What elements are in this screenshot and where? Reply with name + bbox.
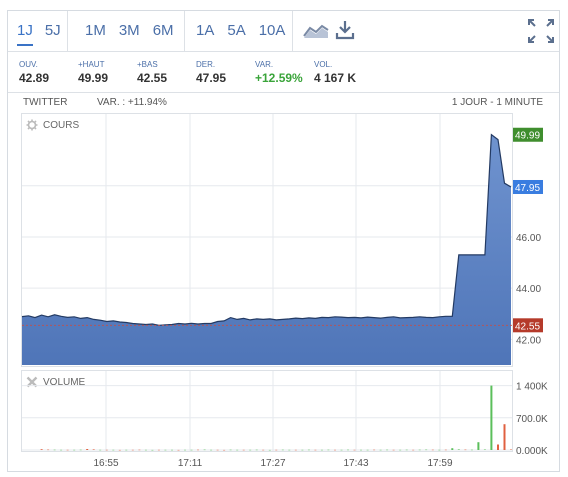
volume-tick-label: 0.000K: [516, 446, 548, 457]
volume-tick-label: 1 400K: [516, 382, 548, 393]
price-panel: COURS: [21, 113, 513, 367]
download-icon[interactable]: [334, 19, 356, 46]
x-tick-label: 17:27: [260, 458, 285, 469]
range-6m-button[interactable]: 6M: [153, 21, 174, 41]
last-badge-text: 47.95: [515, 183, 540, 194]
range-1m-button[interactable]: 1M: [85, 21, 106, 41]
toolbar: 1J 5J 1M 3M 6M 1A 5A 10A: [8, 11, 559, 52]
price-panel-title: COURS: [43, 119, 80, 131]
range-1a-button[interactable]: 1A: [196, 21, 214, 41]
fullscreen-icon[interactable]: [528, 19, 554, 48]
x-tick-label: 17:43: [343, 458, 368, 469]
stat-high: +HAUT 49.99: [78, 60, 109, 85]
close-icon[interactable]: [26, 376, 38, 388]
range-5j-button[interactable]: 5J: [45, 21, 61, 41]
y-tick-label: 44.00: [516, 284, 541, 295]
chart-type-icon[interactable]: [302, 20, 330, 45]
high-badge: [513, 127, 543, 142]
range-group-months: 1M 3M 6M: [68, 11, 185, 51]
low-badge-text: 42.55: [515, 321, 540, 332]
range-group-days: 1J 5J: [8, 11, 68, 51]
y-tick-label: 42.00: [516, 335, 541, 346]
symbol-label: TWITTER: [23, 97, 68, 108]
quote-stats: OUV. 42.89 +HAUT 49.99 +BAS 42.55 DER. 4…: [8, 52, 559, 93]
range-3m-button[interactable]: 3M: [119, 21, 140, 41]
stat-open: OUV. 42.89: [19, 60, 50, 85]
x-tick-label: 16:55: [93, 458, 118, 469]
range-group-years: 1A 5A 10A: [185, 11, 293, 51]
y-tick-label: 48.00: [516, 182, 541, 193]
x-tick-label: 17:59: [427, 458, 452, 469]
x-tick-label: 17:11: [178, 458, 203, 469]
low-badge: [513, 318, 543, 333]
volume-tick-label: 700.0K: [516, 414, 548, 425]
stat-last: DER. 47.95: [196, 60, 227, 85]
chart-widget: 1J 5J 1M 3M 6M 1A 5A 10A OUV. 42.89 +HAU…: [7, 10, 560, 472]
range-1j-button[interactable]: 1J: [17, 21, 33, 46]
stat-volume: VOL. 4 167 K: [314, 60, 357, 85]
volume-panel: VOLUME: [21, 370, 513, 452]
interval-label: 1 JOUR - 1 MINUTE: [451, 97, 543, 108]
range-5a-button[interactable]: 5A: [227, 21, 245, 41]
gear-icon[interactable]: [26, 119, 38, 131]
stat-variation: VAR. +12.59%: [255, 60, 303, 85]
range-10a-button[interactable]: 10A: [259, 21, 286, 41]
y-tick-label: 46.00: [516, 233, 541, 244]
high-badge-text: 49.99: [515, 131, 540, 142]
variation-label: VAR. : +11.94%: [97, 97, 167, 108]
stat-low: +BAS 42.55: [137, 60, 168, 85]
volume-panel-title: VOLUME: [43, 376, 86, 388]
last-badge: [513, 179, 543, 194]
